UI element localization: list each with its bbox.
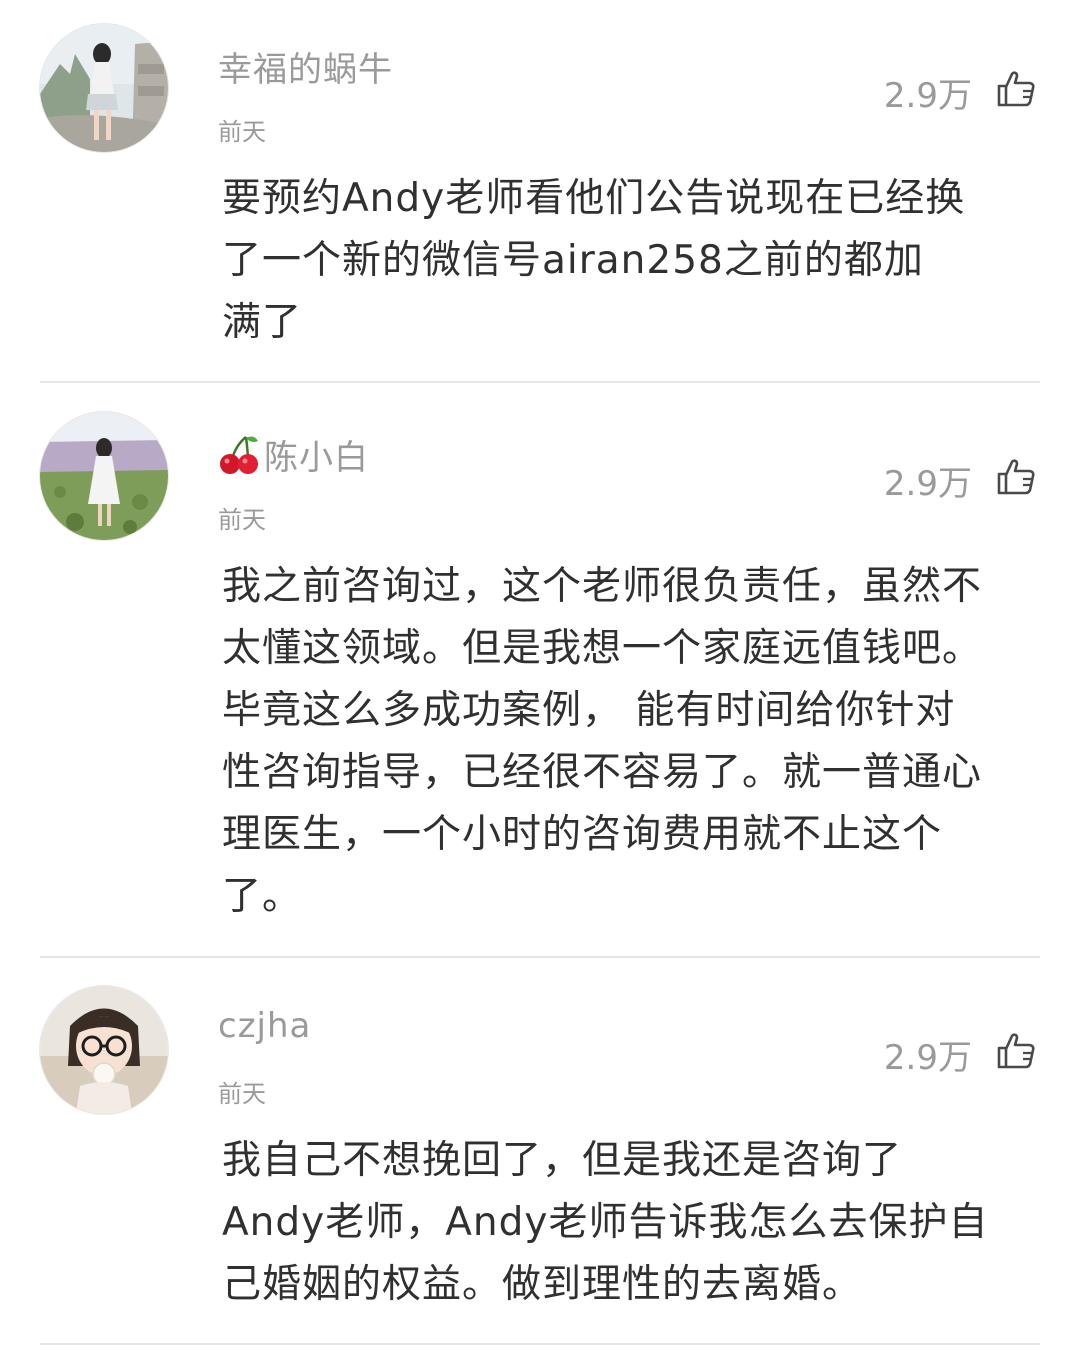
comment-time: 前天	[218, 1080, 266, 1108]
content-line: Andy老师，Andy老师告诉我怎么去保护自	[222, 1200, 989, 1245]
content-line: 满了	[222, 300, 303, 345]
like-count: 2.9万	[883, 76, 972, 116]
content-line: 我自己不想挽回了，但是我还是咨询了	[222, 1138, 903, 1183]
username[interactable]: 幸福的蜗牛	[218, 42, 393, 91]
divider	[40, 1343, 1040, 1345]
avatar-girl-flower-field-icon	[40, 412, 168, 540]
like-button[interactable]	[996, 458, 1036, 496]
comment-item-1: 幸福的蜗牛 前天 2.9万 要预约Andy老师看他们公告说现在已经换 了一个新的…	[0, 0, 1080, 383]
content-line: 了。	[222, 874, 303, 919]
username[interactable]: 陈小白	[218, 430, 369, 484]
content-line: 性咨询指导，已经很不容易了。就一普通心	[222, 750, 983, 795]
thumbs-up-icon	[996, 1032, 1036, 1070]
content-line: 己婚姻的权益。做到理性的去离婚。	[222, 1262, 863, 1307]
content-line: 太懂这领域。但是我想一个家庭远值钱吧。	[222, 626, 983, 671]
thumbs-up-icon	[996, 458, 1036, 496]
comment-item-3: czjha 前天 2.9万 我自己不想挽回了，但是我还是咨询了 Andy老师，A…	[0, 958, 1080, 1345]
comment-time: 前天	[218, 118, 266, 146]
divider	[40, 381, 1040, 383]
comment-content: 我自己不想挽回了，但是我还是咨询了 Andy老师，Andy老师告诉我怎么去保护自…	[222, 1130, 1037, 1316]
avatar-girl-glasses-icon	[40, 986, 168, 1114]
thumbs-up-icon	[996, 70, 1036, 108]
user-avatar[interactable]	[40, 412, 168, 540]
content-line: 我之前咨询过，这个老师很负责任，虽然不	[222, 564, 983, 609]
user-avatar[interactable]	[40, 986, 168, 1114]
cherry-icon	[218, 435, 260, 484]
content-line: 理医生，一个小时的咨询费用就不止这个	[222, 812, 943, 857]
username-text: 陈小白	[264, 438, 369, 478]
like-button[interactable]	[996, 1032, 1036, 1070]
comment-content: 要预约Andy老师看他们公告说现在已经换 了一个新的微信号airan258之前的…	[222, 168, 1037, 354]
avatar-girl-stone-gate-icon	[40, 24, 168, 152]
like-button[interactable]	[996, 70, 1036, 108]
username[interactable]: czjha	[218, 1006, 311, 1046]
content-line: 要预约Andy老师看他们公告说现在已经换	[222, 176, 966, 221]
comment-item-2: 陈小白 前天 2.9万 我之前咨询过，这个老师很负责任，虽然不 太懂这领域。但是…	[0, 384, 1080, 958]
comment-content: 我之前咨询过，这个老师很负责任，虽然不 太懂这领域。但是我想一个家庭远值钱吧。 …	[222, 556, 1037, 928]
like-count: 2.9万	[883, 1038, 972, 1078]
comment-time: 前天	[218, 506, 266, 534]
user-avatar[interactable]	[40, 24, 168, 152]
content-line: 了一个新的微信号airan258之前的都加	[222, 238, 924, 283]
content-line: 毕竟这么多成功案例， 能有时间给你针对	[222, 688, 956, 733]
like-count: 2.9万	[883, 464, 972, 504]
